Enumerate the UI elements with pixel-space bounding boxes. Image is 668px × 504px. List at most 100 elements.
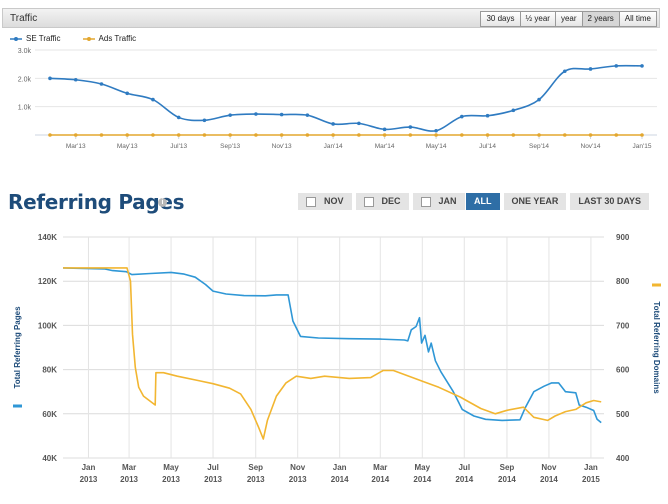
data-point-ads-traffic (202, 133, 207, 137)
x-tick-label: Jan'14 (324, 143, 343, 150)
series-line-se-traffic (49, 64, 643, 132)
checkbox-icon[interactable] (306, 196, 316, 207)
legend-swatch-ads-traffic (82, 36, 95, 41)
filter-nov-button[interactable]: NOV (298, 193, 352, 210)
x-tick-year-label: 2013 (204, 475, 222, 484)
data-point-se-traffic (614, 64, 619, 68)
right-y-tick-label: 900 (616, 233, 630, 242)
x-tick-month-label: Jan (82, 463, 96, 472)
traffic-panel: Traffic 30 days ½ year year 2 years All … (0, 0, 668, 160)
x-tick-label: Mar'14 (375, 143, 395, 150)
x-tick-label: Nov'14 (581, 143, 601, 150)
data-point-se-traffic (357, 121, 361, 126)
range-year-button[interactable]: year (554, 11, 583, 27)
info-icon[interactable]: i (158, 198, 167, 207)
x-tick-label: May'14 (426, 143, 447, 150)
series-line-total-referring-pages (62, 267, 602, 424)
filter-dec-button[interactable]: DEC (355, 193, 409, 210)
month-filters: NOV DEC JAN (298, 193, 469, 210)
x-tick-label: Jan'15 (633, 143, 652, 150)
filter-all-button[interactable]: ALL (466, 193, 500, 210)
x-tick-year-label: 2013 (247, 475, 265, 484)
data-point-se-traffic (279, 112, 284, 117)
right-axis-title: Total Referring Domains (652, 301, 661, 394)
data-point-ads-traffic (151, 133, 155, 137)
data-point-ads-traffic (357, 133, 361, 137)
data-point-se-traffic (305, 113, 310, 117)
data-point-ads-traffic (176, 133, 181, 137)
range-all-time-button[interactable]: All time (618, 11, 657, 27)
filter-last-30-days-button[interactable]: LAST 30 DAYS (570, 193, 650, 210)
x-tick-month-label: Jan (584, 463, 598, 472)
filter-dec-label: DEC (381, 196, 401, 206)
data-point-ads-traffic (640, 133, 644, 137)
range-2-years-button[interactable]: 2 years (581, 11, 620, 27)
data-point-ads-traffic (460, 133, 464, 137)
data-point-se-traffic (176, 115, 181, 120)
data-point-ads-traffic (537, 133, 541, 137)
left-y-tick-label: 120K (38, 277, 57, 286)
data-point-se-traffic (485, 113, 490, 118)
x-tick-year-label: 2014 (540, 475, 558, 484)
data-point-se-traffic (151, 97, 155, 102)
x-tick-year-label: 2013 (162, 475, 180, 484)
data-point-ads-traffic (254, 133, 258, 137)
data-point-se-traffic (73, 77, 78, 82)
range-30-days-button[interactable]: 30 days (480, 11, 521, 27)
range-buttons: 30 days ½ year year 2 years All time (480, 11, 657, 27)
legend-item-se-traffic[interactable]: SE Traffic (10, 34, 61, 43)
legend-label-se-traffic: SE Traffic (26, 34, 61, 43)
data-point-se-traffic (125, 91, 130, 96)
x-tick-month-label: May (163, 463, 179, 472)
data-point-se-traffic (511, 108, 516, 113)
data-point-ads-traffic (382, 133, 387, 137)
left-y-tick-label: 100K (38, 321, 57, 330)
filter-nov-label: NOV (324, 196, 344, 206)
x-tick-label: May'13 (117, 143, 138, 150)
data-point-ads-traffic (73, 133, 78, 137)
filter-jan-label: JAN (438, 196, 457, 206)
filter-one-year-button[interactable]: ONE YEAR (503, 193, 567, 210)
data-point-ads-traffic (485, 133, 490, 137)
series-line-total-referring-domains (63, 267, 602, 440)
x-tick-month-label: May (415, 463, 431, 472)
traffic-header: Traffic 30 days ½ year year 2 years All … (2, 8, 660, 28)
x-tick-month-label: Sep (248, 463, 263, 472)
data-point-ads-traffic (125, 133, 130, 137)
data-point-ads-traffic (228, 133, 232, 137)
range-half-year-button[interactable]: ½ year (519, 11, 556, 27)
x-tick-year-label: 2013 (80, 475, 98, 484)
data-point-se-traffic (434, 128, 438, 133)
data-point-ads-traffic (511, 133, 516, 137)
data-point-ads-traffic (614, 133, 619, 137)
data-point-se-traffic (460, 114, 464, 119)
right-y-tick-label: 700 (616, 321, 630, 330)
checkbox-icon[interactable] (363, 196, 374, 207)
legend-item-ads-traffic[interactable]: Ads Traffic (82, 34, 136, 43)
right-axis-color-marker (652, 283, 661, 287)
left-y-tick-label: 80K (42, 366, 57, 375)
x-tick-month-label: Mar (373, 463, 387, 472)
checkbox-icon[interactable] (420, 196, 431, 207)
data-point-ads-traffic (279, 133, 284, 137)
x-tick-year-label: 2013 (289, 475, 307, 484)
data-point-se-traffic (588, 67, 593, 71)
x-tick-month-label: Jan (333, 463, 347, 472)
x-tick-month-label: Sep (500, 463, 515, 472)
x-tick-month-label: Jul (458, 463, 470, 472)
data-point-se-traffic (408, 125, 413, 129)
traffic-legend: SE Traffic Ads Traffic (10, 34, 158, 43)
data-point-se-traffic (331, 122, 335, 126)
x-tick-month-label: Nov (290, 463, 306, 472)
data-point-se-traffic (537, 97, 541, 102)
data-point-se-traffic (228, 113, 232, 117)
data-point-se-traffic (99, 82, 104, 86)
right-y-tick-label: 800 (616, 277, 630, 286)
data-point-ads-traffic (408, 133, 413, 137)
x-tick-year-label: 2013 (120, 475, 138, 484)
x-tick-year-label: 2014 (498, 475, 516, 484)
right-y-tick-label: 600 (616, 366, 630, 375)
traffic-title: Traffic (10, 13, 38, 24)
filter-jan-button[interactable]: JAN (412, 193, 465, 210)
y-tick-label: 1.0k (18, 105, 32, 112)
